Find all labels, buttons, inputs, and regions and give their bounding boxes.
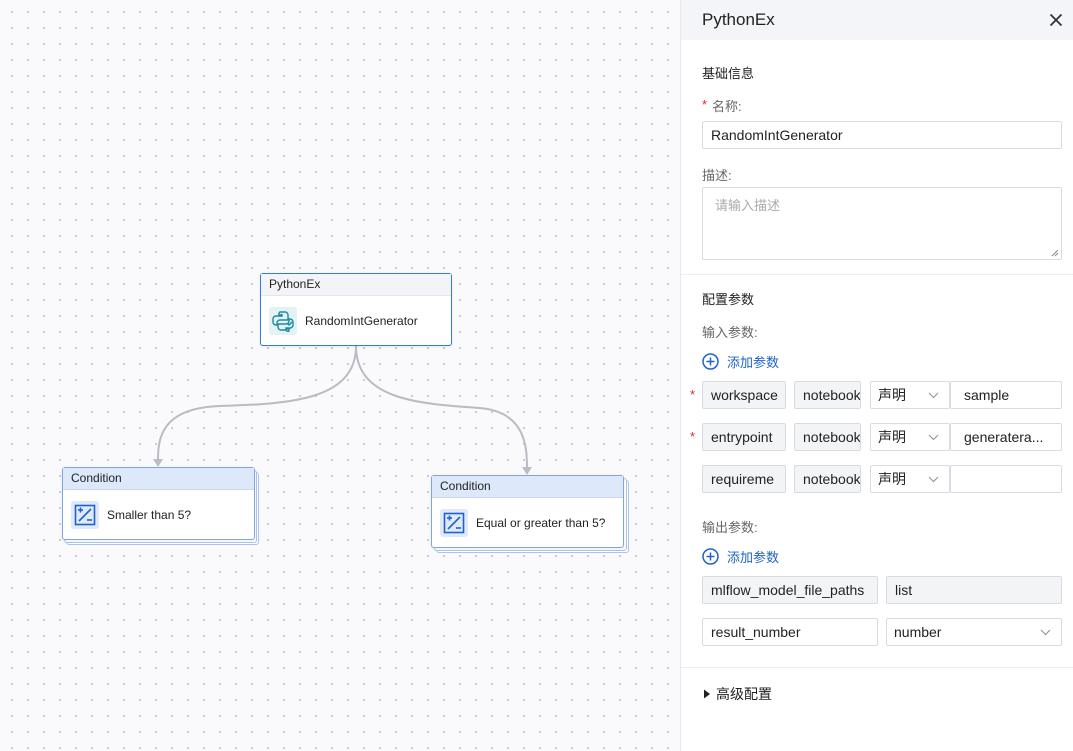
add-input-param-button[interactable]: 添加参数 <box>702 352 779 371</box>
panel-title: PythonEx <box>702 10 775 29</box>
edge-arrow-left <box>153 459 163 467</box>
input-param-mode: 声明 <box>878 387 906 403</box>
input-param-name[interactable]: workspace <box>702 381 786 409</box>
input-param-name[interactable]: entrypoint <box>702 423 786 451</box>
input-param-value[interactable]: sample <box>950 381 1062 409</box>
input-param-value[interactable] <box>950 465 1062 493</box>
input-params-label: 输入参数: <box>702 325 758 340</box>
section-divider <box>681 274 1073 275</box>
name-label: 名称: <box>712 99 742 114</box>
python-node[interactable]: PythonEx RandomIntGenerator <box>260 273 452 346</box>
advanced-config-toggle[interactable]: 高级配置 <box>703 684 772 704</box>
input-param-value[interactable]: generatera... <box>950 423 1062 451</box>
condition-icon <box>71 500 99 529</box>
input-param-type[interactable]: notebook <box>794 423 861 451</box>
output-param-name[interactable]: result_number <box>702 618 878 646</box>
properties-panel: PythonEx 基础信息 * 名称: RandomIntGenerator 描… <box>680 0 1073 751</box>
edge-to-greater[interactable] <box>355 345 528 469</box>
config-params-title: 配置参数 <box>702 292 755 307</box>
plus-circle-icon <box>702 548 719 565</box>
input-param-type[interactable]: notebook <box>794 465 861 493</box>
add-output-param-label: 添加参数 <box>727 550 780 565</box>
condition-right-header: Condition <box>432 476 623 498</box>
python-node-label: RandomIntGenerator <box>305 313 418 328</box>
output-params-label: 输出参数: <box>702 520 758 535</box>
advanced-config-label: 高级配置 <box>716 686 772 702</box>
required-asterisk: * <box>690 387 696 402</box>
chevron-down-icon <box>928 392 939 399</box>
resize-handle-icon[interactable] <box>1051 249 1059 257</box>
output-param-type-select[interactable]: number <box>886 618 1062 646</box>
edge-to-smaller[interactable] <box>157 345 357 461</box>
name-input[interactable]: RandomIntGenerator <box>702 121 1062 149</box>
input-param-mode-select[interactable]: 声明 <box>870 465 950 493</box>
chevron-down-icon <box>1040 629 1051 636</box>
python-icon <box>269 306 297 335</box>
section-divider <box>681 667 1073 668</box>
add-output-param-button[interactable]: 添加参数 <box>702 547 779 566</box>
input-param-name[interactable]: requireme <box>702 465 786 493</box>
input-param-mode-select[interactable]: 声明 <box>870 423 950 451</box>
input-param-mode: 声明 <box>878 471 906 487</box>
condition-right-label: Equal or greater than 5? <box>476 515 606 530</box>
python-node-header: PythonEx <box>261 274 451 296</box>
output-param-type: list <box>886 576 1062 604</box>
chevron-down-icon <box>928 476 939 483</box>
caret-right-icon <box>704 689 710 699</box>
edges-layer <box>153 345 532 475</box>
required-asterisk: * <box>690 429 696 444</box>
close-icon[interactable] <box>1047 11 1065 29</box>
condition-node-greater[interactable]: Condition Equal or greater than 5? <box>431 475 624 548</box>
chevron-down-icon <box>928 434 939 441</box>
description-placeholder: 请输入描述 <box>715 198 781 213</box>
description-textarea[interactable]: 请输入描述 <box>702 187 1062 260</box>
edge-arrow-right <box>522 467 532 475</box>
output-param-name[interactable]: mlflow_model_file_paths <box>702 576 878 604</box>
input-param-type[interactable]: notebook <box>794 381 861 409</box>
add-input-param-label: 添加参数 <box>727 355 780 370</box>
condition-left-header: Condition <box>63 468 254 490</box>
required-asterisk: * <box>702 97 708 112</box>
output-param-type: number <box>894 624 942 640</box>
description-label: 描述: <box>702 168 732 183</box>
condition-icon <box>440 508 468 537</box>
input-param-mode: 声明 <box>878 429 906 445</box>
condition-node-smaller[interactable]: Condition Smaller than 5? <box>62 467 255 540</box>
condition-left-label: Smaller than 5? <box>107 507 192 522</box>
basic-info-title: 基础信息 <box>702 66 755 81</box>
panel-header: PythonEx <box>681 0 1073 40</box>
input-param-mode-select[interactable]: 声明 <box>870 381 950 409</box>
workflow-canvas[interactable]: PythonEx RandomIntGenerator Condition Sm… <box>0 0 680 751</box>
plus-circle-icon <box>702 353 719 370</box>
